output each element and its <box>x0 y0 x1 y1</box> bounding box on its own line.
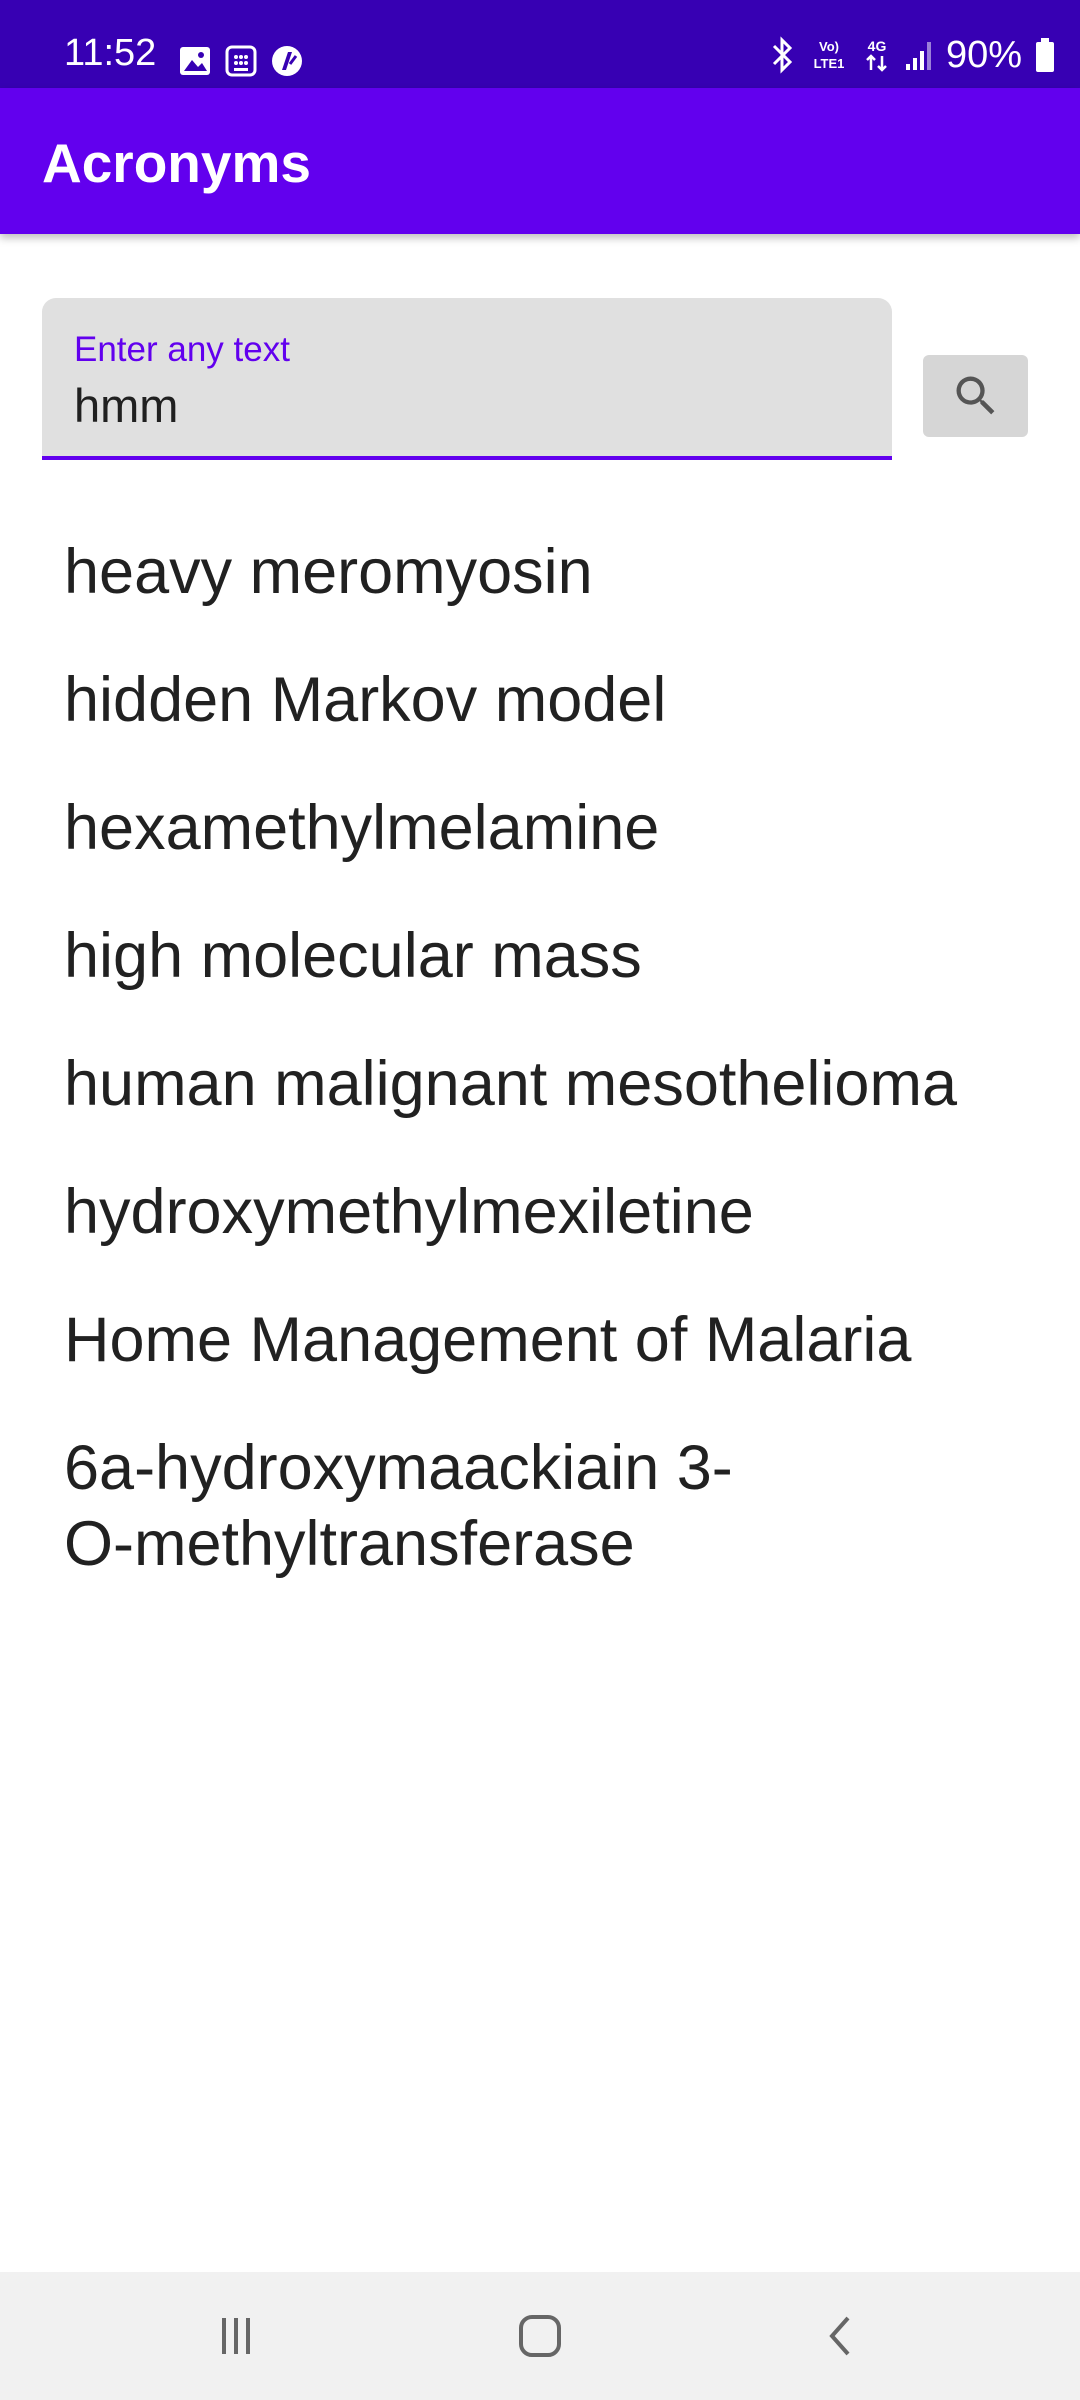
result-item[interactable]: 6a-hydroxymaackiain 3-O-methyltransferas… <box>64 1430 784 1582</box>
search-button[interactable] <box>923 355 1028 437</box>
app-notification-icon <box>272 46 302 76</box>
status-left-icons <box>178 44 304 78</box>
results-list: heavy meromyosin hidden Markov model hex… <box>64 534 1044 1634</box>
result-item[interactable]: hydroxymethylmexiletine <box>64 1174 1044 1250</box>
svg-text:LTE1: LTE1 <box>814 56 845 71</box>
app-title: Acronyms <box>42 132 311 194</box>
result-item[interactable]: heavy meromyosin <box>64 534 1044 610</box>
status-time: 11:52 <box>64 32 157 74</box>
search-label: Enter any text <box>74 330 290 369</box>
result-item[interactable]: Home Management of Malaria <box>64 1302 1044 1378</box>
recent-apps-button[interactable] <box>196 2306 276 2366</box>
volte-icon: Vo) LTE1 <box>814 39 845 71</box>
back-icon <box>829 2316 850 2356</box>
home-icon <box>519 2315 561 2357</box>
calendar-icon <box>225 45 257 77</box>
result-item[interactable]: human malignant mesothelioma <box>64 1046 1044 1122</box>
back-button[interactable] <box>802 2306 882 2366</box>
battery-percent: 90% <box>945 34 1022 76</box>
navigation-bar <box>0 2272 1080 2400</box>
image-icon <box>180 47 210 75</box>
search-input[interactable]: hmm <box>74 382 178 429</box>
network-label: 4G <box>868 38 887 54</box>
battery-icon <box>1036 38 1054 72</box>
svg-text:Vo): Vo) <box>819 39 839 54</box>
bluetooth-icon <box>772 36 793 74</box>
status-bar: 11:52 Vo) LTE1 4G 90% <box>0 0 1080 88</box>
app-bar: Acronyms <box>0 88 1080 234</box>
signal-icon <box>905 42 931 70</box>
search-icon <box>956 376 994 415</box>
result-item[interactable]: hexamethylmelamine <box>64 790 1044 866</box>
search-field[interactable]: Enter any text hmm <box>42 298 892 460</box>
home-button[interactable] <box>500 2306 580 2366</box>
recent-apps-icon <box>222 2318 250 2354</box>
status-right-icons: Vo) LTE1 4G 90% <box>770 36 1056 74</box>
result-item[interactable]: high molecular mass <box>64 918 1044 994</box>
result-item[interactable]: hidden Markov model <box>64 662 1044 738</box>
4g-data-icon: 4G <box>866 38 887 72</box>
